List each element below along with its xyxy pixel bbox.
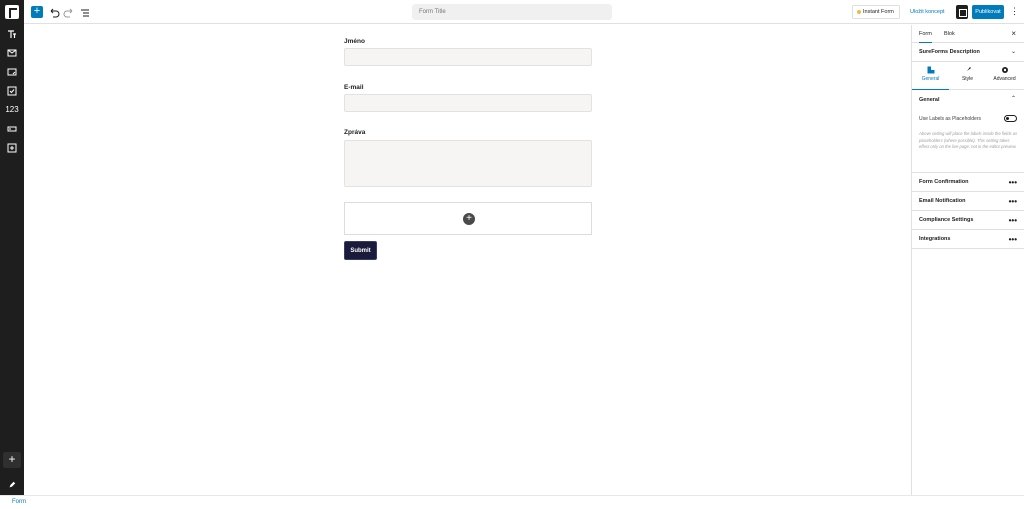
general-icon [927, 66, 934, 74]
tab-block[interactable]: Blok [944, 25, 955, 43]
instant-form-button[interactable]: Instant Form [852, 5, 900, 19]
gear-icon [1001, 67, 1008, 73]
textarea-field-icon[interactable] [0, 64, 24, 80]
subtab-style[interactable]: Style [949, 62, 986, 90]
chevron-down-icon: ⌄ [1010, 49, 1016, 55]
integrations-panel[interactable]: Integrations ••• [912, 230, 1024, 249]
settings-panel-icon[interactable] [956, 5, 968, 19]
form-confirmation-panel[interactable]: Form Confirmation ••• [912, 173, 1024, 192]
add-block-icon[interactable]: + [3, 452, 21, 468]
brush-icon [964, 67, 971, 73]
editor-toolbar: + Form Title Instant Form Uložit koncept… [24, 0, 1024, 24]
checkbox-field-icon[interactable] [0, 83, 24, 99]
sureforms-description-label: SureForms Description [919, 49, 980, 55]
settings-sidebar: Form Blok × SureForms Description ⌄ Gene… [911, 25, 1024, 495]
email-field-input[interactable] [344, 94, 592, 112]
more-icon[interactable]: ••• [1009, 230, 1017, 249]
subtab-style-label: Style [961, 76, 974, 82]
toggle-inserter-button[interactable]: + [31, 6, 43, 18]
email-field-icon[interactable] [0, 45, 24, 61]
sureforms-logo-icon[interactable] [5, 5, 19, 19]
more-icon[interactable]: ••• [1009, 173, 1017, 192]
sureforms-description-panel[interactable]: SureForms Description ⌄ [912, 43, 1024, 62]
submit-button[interactable]: Submit [344, 241, 377, 260]
sidebar-tabs: Form Blok × [912, 25, 1024, 43]
tab-form[interactable]: Form [919, 25, 932, 43]
integrations-label: Integrations [919, 236, 951, 242]
message-field-textarea[interactable] [344, 140, 592, 187]
labels-as-placeholders-label: Use Labels as Placeholders [919, 116, 981, 122]
email-field-label: E-mail [344, 84, 364, 91]
input-field-icon[interactable] [0, 121, 24, 137]
redo-icon[interactable] [63, 6, 75, 18]
more-options-icon[interactable]: ⋮ [1010, 5, 1019, 19]
block-breadcrumb-bar: Form [0, 495, 1024, 509]
form-confirmation-label: Form Confirmation [919, 179, 969, 185]
more-icon[interactable]: ••• [1009, 192, 1017, 211]
general-panel: General ⌃ Use Labels as Placeholders Abo… [912, 90, 1024, 173]
subtab-advanced[interactable]: Advanced [986, 62, 1023, 90]
close-icon[interactable]: × [1011, 29, 1016, 38]
add-block-plus-icon[interactable]: + [463, 213, 475, 225]
form-title-input[interactable]: Form Title [412, 4, 612, 20]
url-field-icon[interactable] [0, 140, 24, 156]
breadcrumb-form[interactable]: Form [12, 499, 26, 505]
labels-as-placeholders-help: Above setting will place the labels insi… [919, 131, 1018, 149]
general-panel-heading[interactable]: General [912, 90, 1024, 103]
compliance-settings-panel[interactable]: Compliance Settings ••• [912, 211, 1024, 230]
email-notification-label: Email Notification [919, 198, 966, 204]
document-overview-icon[interactable] [79, 6, 91, 18]
subtab-general[interactable]: General [912, 62, 949, 90]
email-notification-panel[interactable]: Email Notification ••• [912, 192, 1024, 211]
publish-button[interactable]: Publikovat [972, 5, 1004, 19]
block-appender[interactable]: + [344, 202, 592, 235]
compliance-settings-label: Compliance Settings [919, 217, 974, 223]
more-icon[interactable]: ••• [1009, 211, 1017, 230]
chevron-up-icon[interactable]: ⌃ [1011, 95, 1016, 102]
message-field-label: Zpráva [344, 129, 366, 136]
number-field-icon[interactable]: 123 [0, 102, 24, 118]
undo-icon[interactable] [48, 6, 60, 18]
pen-icon[interactable] [0, 476, 24, 490]
settings-subtabs: General Style Advanced [912, 62, 1024, 90]
save-draft-button[interactable]: Uložit koncept [910, 5, 945, 19]
subtab-general-label: General [921, 76, 940, 82]
block-inserter-sidebar: 123 + [0, 0, 24, 495]
editor-canvas: Jméno E-mail Zpráva + Submit [24, 25, 911, 495]
name-field-input[interactable] [344, 48, 592, 66]
labels-as-placeholders-toggle[interactable] [1004, 115, 1017, 122]
subtab-advanced-label: Advanced [993, 76, 1016, 82]
name-field-label: Jméno [344, 38, 365, 45]
text-field-icon[interactable] [0, 26, 24, 42]
